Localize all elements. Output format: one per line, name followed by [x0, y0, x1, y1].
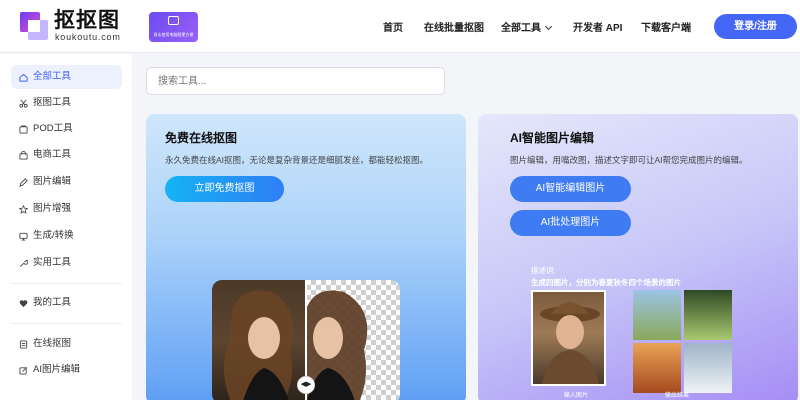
star-icon — [19, 205, 28, 214]
sidebar-item-online-cutout[interactable]: 在线抠图 — [11, 332, 122, 356]
logo-title[interactable]: 抠抠图 — [54, 8, 120, 32]
sidebar-item-utility-tools[interactable]: 实用工具 — [11, 251, 122, 275]
pod-icon — [19, 125, 28, 134]
search-input[interactable] — [146, 67, 445, 95]
transparent-result — [306, 280, 400, 400]
input-image — [531, 290, 606, 386]
sidebar-item-label: POD工具 — [33, 123, 73, 134]
sidebar-item-pod-tools[interactable]: POD工具 — [11, 117, 122, 141]
edit-icon — [19, 367, 27, 375]
nav-all-tools[interactable]: 全部工具 — [501, 19, 553, 34]
sidebar-item-label: 抠图工具 — [33, 97, 72, 108]
card-description: 永久免费在线AI抠图，无论是复杂背景还是细腻发丝，都能轻松抠图。 — [165, 155, 429, 165]
prompt-text: 生成四图片，分别为春夏秋冬四个场景的图片 — [531, 278, 681, 287]
scissors-icon — [19, 99, 28, 108]
nav-all-tools-label: 全部工具 — [501, 23, 541, 34]
summer-output — [684, 290, 732, 340]
nav-download-client[interactable]: 下载客户端 — [641, 19, 691, 34]
sidebar-item-label: 全部工具 — [33, 71, 72, 82]
free-cutout-button[interactable]: 立即免费抠图 — [165, 176, 284, 202]
card-title: AI智能图片编辑 — [510, 131, 595, 145]
monitor-icon — [19, 232, 28, 241]
cutout-demo-image: ◀▶ — [212, 280, 400, 400]
ai-batch-button[interactable]: AI批处理图片 — [510, 210, 631, 236]
sidebar-item-label: 在线抠图 — [33, 338, 72, 349]
sidebar-item-cutout-tools[interactable]: 抠图工具 — [11, 91, 122, 115]
sidebar-item-label: 实用工具 — [33, 257, 72, 268]
heart-icon — [19, 300, 28, 308]
chevron-down-icon — [544, 22, 553, 31]
nav-batch-cutout[interactable]: 在线批量抠图 — [424, 19, 484, 34]
sidebar-item-label: 我的工具 — [33, 297, 72, 308]
autumn-output — [633, 343, 681, 393]
sidebar-item-ai-image-edit[interactable]: AI图片编辑 — [11, 358, 122, 382]
prompt-label: 描述词: — [531, 266, 556, 275]
sidebar-item-label: AI图片编辑 — [33, 364, 80, 375]
pen-icon — [19, 178, 28, 187]
winter-output — [684, 343, 732, 393]
document-icon — [19, 340, 28, 349]
card-description: 图片编辑，用嘴改图，描述文字即可让AI帮您完成图片的编辑。 — [510, 155, 748, 165]
sidebar-item-label: 电商工具 — [33, 149, 72, 160]
sidebar-item-label: 生成/转换 — [33, 230, 74, 241]
login-register-button[interactable]: 登录/注册 — [714, 14, 797, 39]
logo-domain: koukoutu.com — [55, 32, 121, 42]
sidebar-item-label: 图片增强 — [33, 203, 72, 214]
home-icon — [19, 73, 28, 82]
original-photo — [212, 280, 306, 400]
sidebar-item-all-tools[interactable]: 全部工具 — [11, 65, 122, 89]
ai-edit-button[interactable]: AI智能编辑图片 — [510, 176, 631, 202]
card-title: 免费在线抠图 — [165, 131, 238, 145]
shopping-bag-icon — [19, 151, 28, 160]
sidebar-item-ecommerce-tools[interactable]: 电商工具 — [11, 143, 122, 167]
compare-slider-handle[interactable]: ◀▶ — [297, 376, 315, 394]
sidebar-item-generate-convert[interactable]: 生成/转换 — [11, 224, 122, 248]
promo-text: 双击使用电脑版更方便 — [153, 32, 194, 37]
sidebar-divider — [11, 283, 122, 284]
sidebar: 全部工具 抠图工具 POD工具 电商工具 图片编辑 图片增强 生成/转换 实用工… — [0, 54, 133, 400]
free-cutout-card[interactable]: 免费在线抠图 永久免费在线AI抠图，无论是复杂背景还是细腻发丝，都能轻松抠图。 … — [146, 114, 466, 400]
output-caption: 输出结果 — [665, 393, 690, 399]
sidebar-item-image-edit[interactable]: 图片编辑 — [11, 170, 122, 194]
wrench-icon — [20, 259, 28, 267]
ai-image-edit-card[interactable]: AI智能图片编辑 图片编辑，用嘴改图，描述文字即可让AI帮您完成图片的编辑。 A… — [478, 114, 798, 400]
logo-icon[interactable] — [20, 12, 48, 40]
input-caption: 输入图片 — [564, 393, 589, 399]
sidebar-item-my-tools[interactable]: 我的工具 — [11, 291, 122, 315]
nav-home[interactable]: 首页 — [383, 19, 403, 34]
spring-output — [633, 290, 681, 340]
output-grid — [633, 290, 732, 394]
sidebar-item-image-enhance[interactable]: 图片增强 — [11, 197, 122, 221]
monitor-icon — [168, 16, 179, 25]
sidebar-divider — [11, 323, 122, 324]
nav-developer-api[interactable]: 开发者 API — [573, 19, 622, 34]
sidebar-item-label: 图片编辑 — [33, 176, 72, 187]
top-header: 抠抠图 koukoutu.com 双击使用电脑版更方便 首页 在线批量抠图 全部… — [0, 0, 800, 53]
desktop-promo-badge[interactable]: 双击使用电脑版更方便 — [149, 12, 198, 42]
